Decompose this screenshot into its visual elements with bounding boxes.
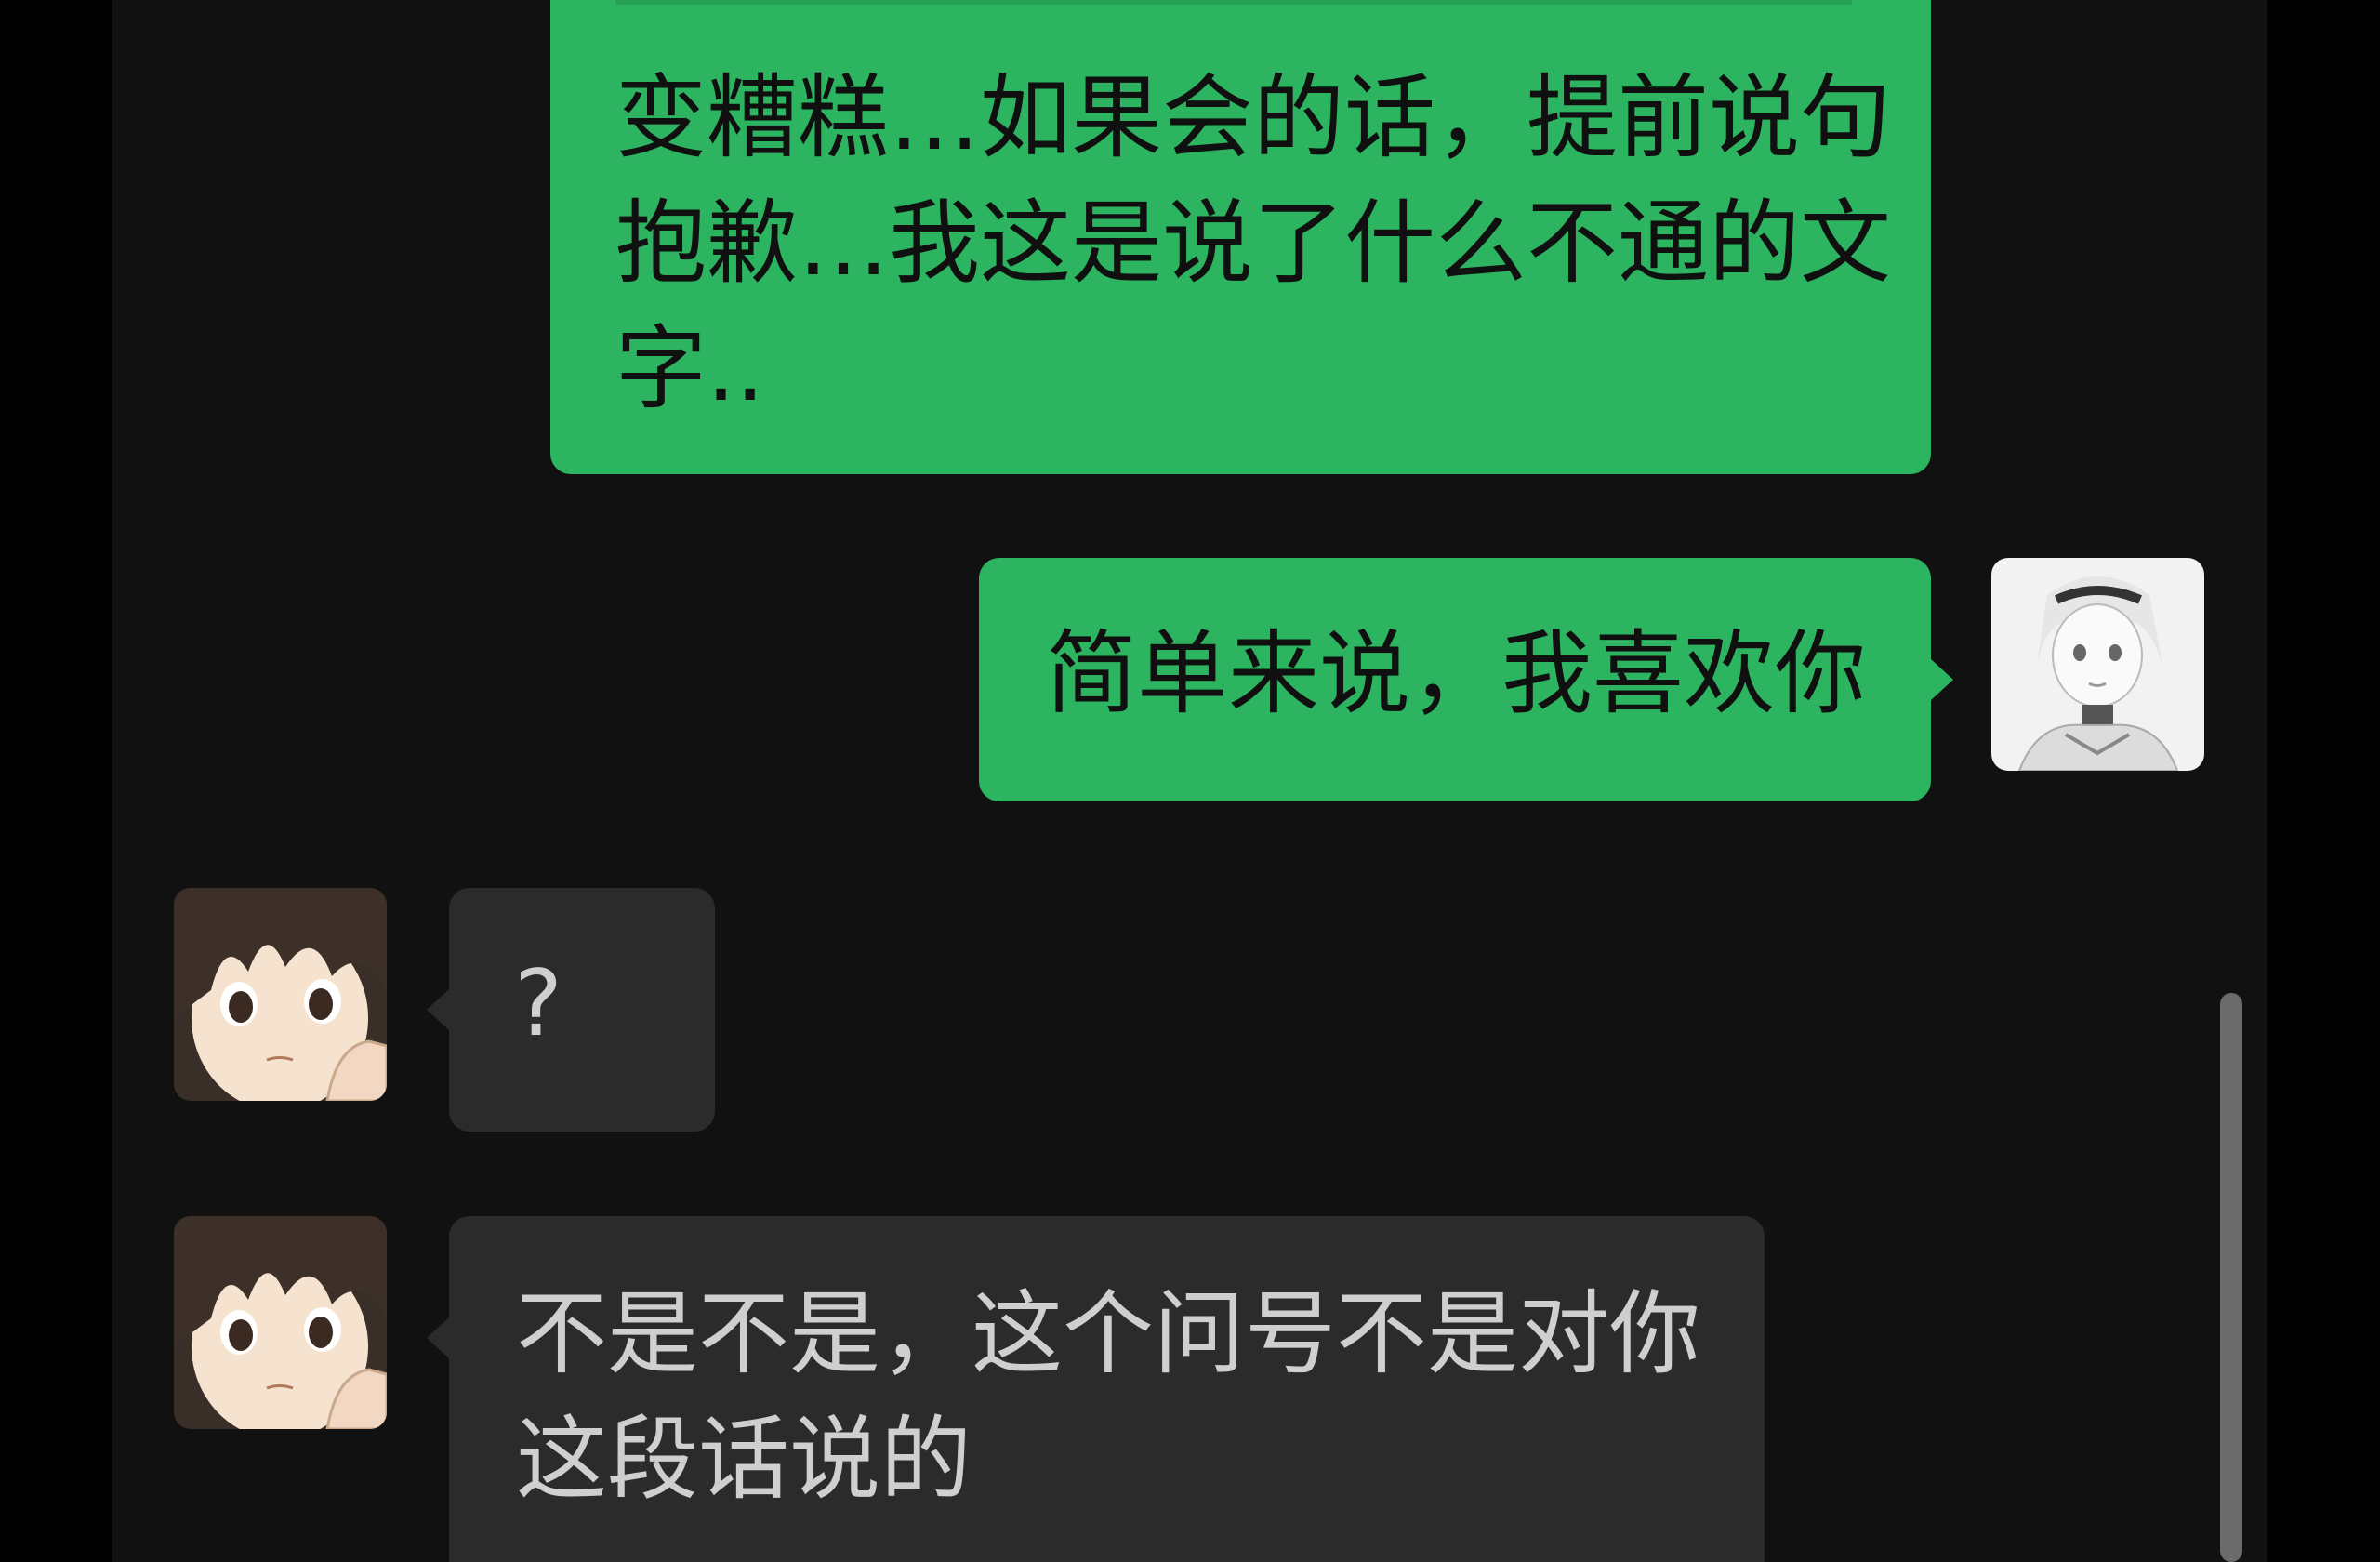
anime-boy-avatar-icon[interactable] (174, 888, 387, 1101)
message-text-line: 这段话说的 (516, 1407, 972, 1513)
incoming-message-bubble[interactable]: 不是不是，这个问号不是对你 这段话说的 (427, 1216, 1765, 1562)
scrollbar-thumb[interactable] (2220, 993, 2242, 1562)
message-text-line: 不是不是，这个问号不是对你 (516, 1281, 1701, 1387)
message-text-line: 变糟糕…如果会的话，提前说句 (615, 65, 1892, 171)
outgoing-message-bubble[interactable]: 简单来说，我喜欢你 (979, 558, 1953, 801)
anime-boy-avatar-icon[interactable] (174, 1216, 387, 1429)
bubble-tail (427, 1317, 449, 1358)
message-text-line: ? (514, 951, 563, 1057)
message-text-line: 简单来说，我喜欢你 (1046, 621, 1867, 727)
bubble-tail (1931, 659, 1953, 700)
bubble-tail (427, 989, 449, 1030)
incoming-message-bubble[interactable]: ? (427, 888, 715, 1132)
grayscale-anime-girl-avatar-icon[interactable] (1991, 558, 2204, 771)
message-text-line: 抱歉…我这是说了什么不通的文 (615, 191, 1892, 297)
outgoing-message-bubble[interactable]: 变糟糕…如果会的话，提前说句 抱歉…我这是说了什么不通的文 字.. (550, 0, 1931, 474)
message-text-line: 字.. (615, 316, 765, 422)
